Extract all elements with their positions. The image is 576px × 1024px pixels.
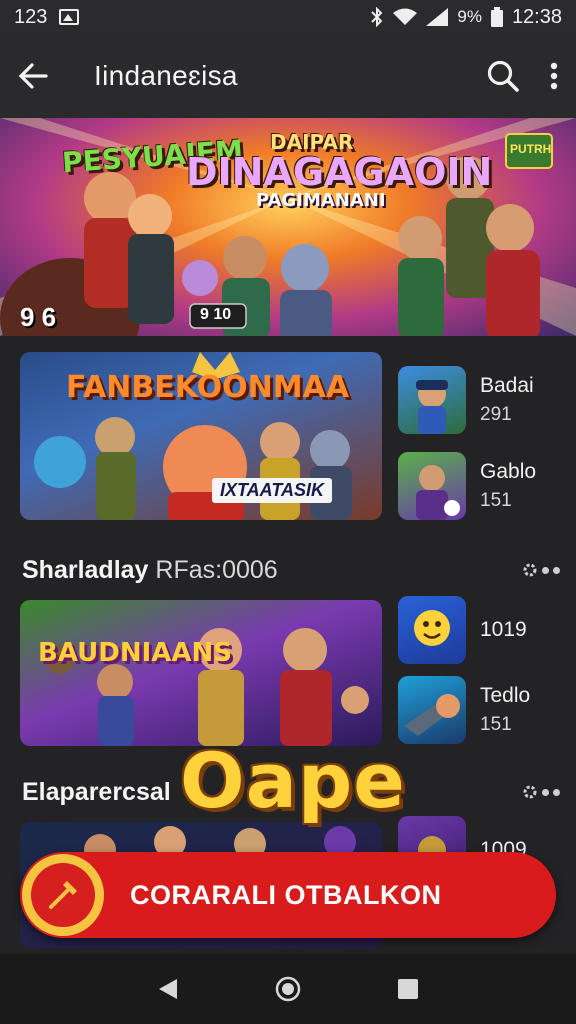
app-thumbnail [398, 366, 466, 434]
section-subtitle: RFas:0006 [155, 556, 278, 584]
app-title: Iindaneɛisa [94, 60, 238, 91]
nav-home-button[interactable] [274, 975, 302, 1003]
battery-icon [490, 7, 503, 27]
section-title: Sharladlay RFas:0006 [22, 556, 278, 584]
side-item-value: 151 [480, 490, 512, 512]
section1-side-item[interactable]: Tedlo 151 [398, 676, 530, 744]
battery-percent: 9% [457, 7, 482, 26]
back-button[interactable] [18, 62, 48, 90]
gear-icon [523, 563, 537, 577]
signal-icon [426, 8, 449, 26]
featured-banner-card[interactable]: FANBEKOONMAA IXTAATASIK [20, 352, 382, 520]
app-thumbnail [398, 596, 466, 664]
status-time-left: 123 [14, 5, 48, 28]
featured-banner-sub: IXTAATASIK [212, 478, 332, 503]
hero-pill-text: 9 10 [200, 306, 232, 323]
hero-corner-badge: PUTRH [510, 142, 552, 156]
section1-side-item[interactable]: 1019 [398, 596, 527, 664]
nav-recents-icon [397, 979, 418, 999]
bluetooth-icon [371, 7, 383, 27]
nav-recents-button[interactable] [397, 978, 419, 1000]
nav-home-icon [275, 976, 301, 1002]
featured-banner-title: FANBEKOONMAA [66, 370, 350, 405]
promo-big-word: Oape [180, 736, 406, 825]
featured-side-item[interactable]: Gablo 151 [398, 452, 536, 520]
app-thumbnail [398, 676, 466, 744]
section-title: Elaparercsal [22, 778, 171, 806]
side-item-name: 1019 [480, 617, 527, 641]
app-bar: Iindaneɛisa [0, 34, 576, 118]
gear-icon [523, 785, 537, 799]
search-icon [487, 60, 519, 92]
status-clock: 12:38 [511, 5, 562, 28]
hero-subline: PAGIMANANI [256, 190, 386, 211]
system-nav-bar [0, 954, 576, 1024]
hammer-icon [49, 881, 77, 909]
side-item-value: 291 [480, 404, 512, 426]
section1-banner-title: BAUDNIAANS [38, 638, 232, 668]
section-more-button[interactable] [522, 562, 560, 578]
section-more-button[interactable] [522, 784, 560, 800]
cta-label: CORARALI OTBALKON [130, 879, 442, 910]
more-vert-icon [550, 62, 558, 90]
app-thumbnail [398, 452, 466, 520]
more-options-button[interactable] [550, 62, 558, 90]
back-arrow-icon [18, 63, 48, 89]
hero-counter: 9 6 [20, 302, 57, 332]
side-item-name: Gablo [480, 460, 537, 483]
search-button[interactable] [486, 59, 520, 93]
status-bar: 123 9% 12:38 [0, 0, 576, 34]
cta-button[interactable]: CORARALI OTBALKON [20, 852, 556, 938]
nav-back-button[interactable] [157, 977, 179, 1001]
gallery-icon [59, 9, 80, 25]
hero-headline: DINAGAGAOIN [186, 150, 493, 194]
side-item-name: Badai [480, 374, 534, 397]
nav-back-icon [159, 979, 178, 999]
hero-banner[interactable]: PESYUAIEM DAIPAR DINAGAGAOIN PAGIMANANI … [0, 118, 576, 336]
wifi-icon [393, 8, 418, 25]
featured-side-item[interactable]: Badai 291 [398, 366, 534, 434]
side-item-name: Tedlo [480, 684, 531, 707]
side-item-value: 151 [480, 714, 512, 736]
cta-icon-badge [22, 854, 104, 936]
section1-artwork [46, 628, 369, 746]
section1-banner-card[interactable]: BAUDNIAANS [20, 600, 382, 746]
